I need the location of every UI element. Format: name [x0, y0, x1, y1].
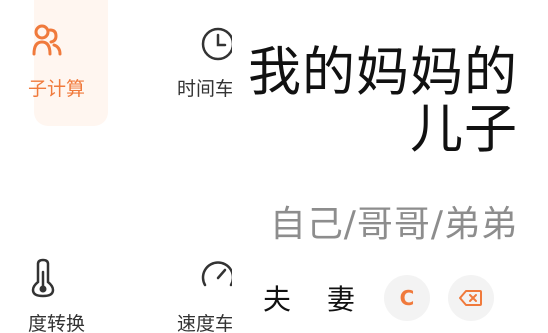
tile-speed-convert-label: 速度车 — [177, 313, 235, 333]
backspace-icon — [459, 289, 483, 307]
key-clear[interactable]: C — [384, 275, 430, 321]
relation-calculator-panel: 我的妈妈的儿子 自己/哥哥/弟弟 夫 妻 C — [232, 0, 548, 333]
key-wife[interactable]: 妻 — [318, 275, 364, 321]
key-husband[interactable]: 夫 — [254, 275, 300, 321]
thermometer-icon — [30, 258, 56, 302]
tile-time-convert-label: 时间车 — [177, 78, 235, 100]
tile-relation-calc-label: 子计算 — [28, 78, 86, 100]
people-icon — [32, 24, 62, 64]
tile-temp-convert-label: 度转换 — [28, 313, 86, 333]
app-screen: 子计算 时间车 度转换 速度车 我的妈妈的儿子 自己/哥哥/弟弟 夫 妻 C — [0, 0, 548, 333]
expression-display: 我的妈妈的儿子 — [248, 42, 518, 160]
speedometer-icon — [200, 258, 236, 298]
result-display: 自己/哥哥/弟弟 — [269, 204, 518, 245]
key-backspace[interactable] — [448, 275, 494, 321]
